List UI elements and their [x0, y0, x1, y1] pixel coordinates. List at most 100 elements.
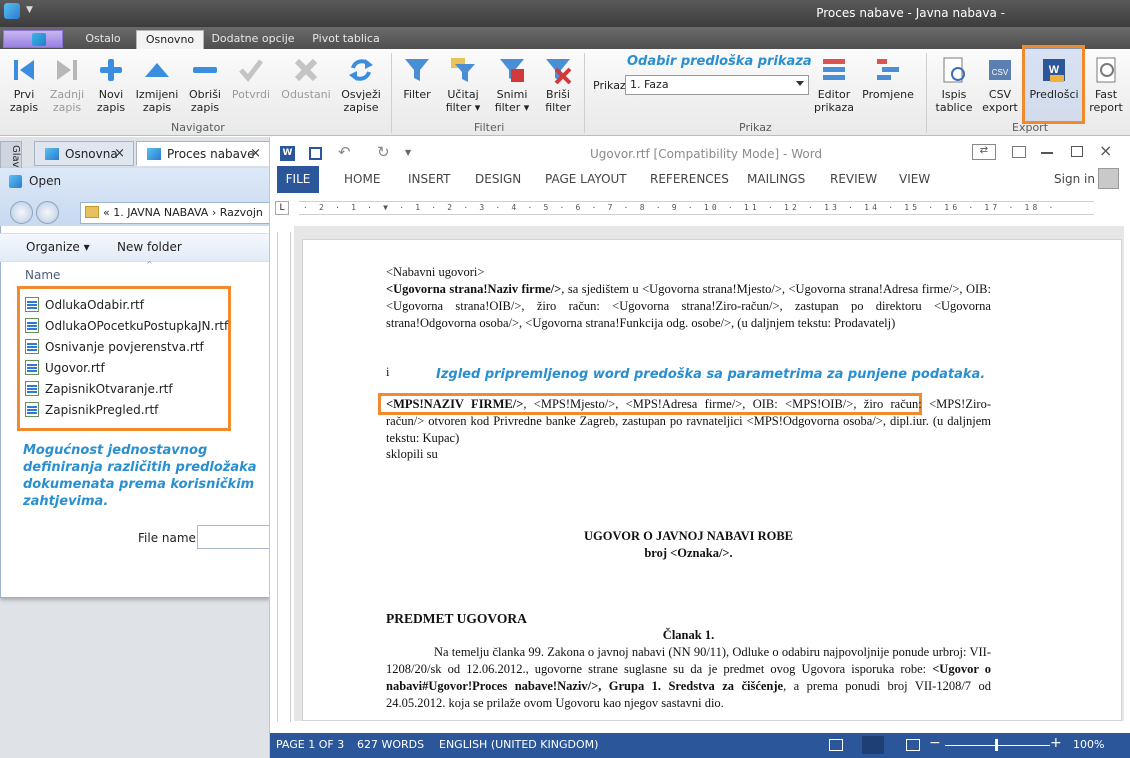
ribbon-tab-dodatne-opcije[interactable]: Dodatne opcije — [210, 30, 296, 49]
new-folder-button[interactable]: New folder — [117, 240, 182, 254]
doc-tab-osnovna-label: Osnovna — [65, 147, 118, 161]
ribbon-separator — [391, 53, 392, 133]
status-page[interactable]: PAGE 1 OF 3 — [276, 738, 344, 751]
word-tab-mailings[interactable]: MAILINGS — [747, 172, 805, 186]
avatar[interactable] — [1098, 168, 1119, 189]
prikaz-selected-value: 1. Faza — [630, 78, 669, 91]
ruler-scale: · 2 · 1 · ▼ · 1 · 2 · 3 · 4 · 5 · 6 · 7 … — [303, 203, 1057, 212]
ribbon-display-icon[interactable] — [1012, 146, 1026, 158]
quick-access-dropdown-icon[interactable]: ▼ — [26, 5, 33, 15]
cancel-x-icon — [291, 55, 321, 85]
obrisi-zapis-button[interactable]: Obriši zapis — [185, 55, 225, 114]
redo-icon[interactable]: ↻ — [377, 143, 390, 161]
word-tab-view[interactable]: VIEW — [899, 172, 930, 186]
back-icon[interactable] — [10, 201, 33, 224]
close-icon[interactable]: × — [114, 142, 125, 166]
word-tab-file[interactable]: FILE — [277, 166, 319, 193]
novi-zapis-button[interactable]: Novi zapis — [91, 55, 131, 114]
promjene-button[interactable]: Promjene — [862, 55, 914, 101]
back-forward-buttons[interactable] — [10, 201, 66, 225]
prvi-zapis-button[interactable]: Prvi zapis — [4, 55, 44, 114]
word-tab-review[interactable]: REVIEW — [830, 172, 877, 186]
save-icon[interactable] — [309, 147, 322, 160]
brisi-filter-button[interactable]: Briši filter — [540, 55, 576, 114]
close-icon[interactable]: × — [250, 142, 261, 166]
column-header-name[interactable]: Name — [25, 268, 60, 282]
delete-filter-icon — [543, 55, 573, 85]
fast-report-label: Fast report — [1089, 88, 1123, 114]
read-mode-icon[interactable] — [829, 739, 843, 751]
side-tab-glavna[interactable]: Glav — [0, 141, 22, 171]
close-icon[interactable]: × — [1099, 141, 1112, 160]
rtf-file-icon — [25, 381, 39, 396]
odustani-label: Odustani — [281, 88, 331, 101]
ribbon-tab-ostalo[interactable]: Ostalo — [80, 30, 126, 49]
filter-button[interactable]: Filter — [399, 55, 435, 101]
predlosci-button[interactable]: W Predlošci — [1029, 55, 1079, 101]
sign-in-link[interactable]: Sign in — [1054, 172, 1095, 186]
first-record-icon — [9, 55, 39, 85]
zoom-level[interactable]: 100% — [1073, 738, 1104, 751]
odustani-button[interactable]: Odustani — [281, 55, 331, 101]
ribbon-tab-osnovno[interactable]: Osnovno — [136, 30, 204, 49]
file-item[interactable]: OdlukaOPocetkuPostupkaJN.rtf — [25, 315, 228, 336]
word-tab-references[interactable]: REFERENCES — [650, 172, 729, 186]
csv-export-button[interactable]: CSV CSV export — [980, 55, 1020, 114]
file-name: Osnivanje povjerenstva.rtf — [45, 339, 204, 354]
maximize-icon[interactable] — [1071, 146, 1083, 157]
editor-prikaza-button[interactable]: Editor prikaza — [812, 55, 856, 114]
prikaz-select[interactable]: 1. Faza — [625, 75, 809, 95]
potvrdi-button[interactable]: Potvrdi — [231, 55, 271, 101]
osvjezi-zapise-button[interactable]: Osvježi zapise — [339, 55, 383, 114]
ucitaj-filter-button[interactable]: Učitaj filter ▾ — [443, 55, 483, 114]
forward-icon[interactable] — [36, 201, 59, 224]
zoom-in-icon[interactable]: + — [1050, 735, 1062, 751]
file-item[interactable]: ZapisnikOtvaranje.rtf — [25, 378, 173, 399]
svg-text:W: W — [1049, 64, 1060, 76]
word-tab-design[interactable]: DESIGN — [475, 172, 521, 186]
restore-icon[interactable]: ⇄ — [972, 144, 996, 160]
novi-zapis-label: Novi zapis — [96, 88, 126, 114]
ribbon-separator — [584, 53, 585, 133]
file-name-label: File name: — [138, 531, 200, 545]
ribbon-tab-pivot-tablica[interactable]: Pivot tablica — [308, 30, 384, 49]
doc-tab-proces-nabave[interactable]: Proces nabave × — [136, 141, 270, 166]
ispis-tablice-button[interactable]: Ispis tablice — [934, 55, 974, 114]
undo-icon[interactable]: ↶ — [338, 143, 351, 161]
word-tab-page-layout[interactable]: PAGE LAYOUT — [545, 172, 627, 186]
horizontal-ruler[interactable]: · 2 · 1 · ▼ · 1 · 2 · 3 · 4 · 5 · 6 · 7 … — [299, 201, 1094, 215]
zoom-slider-thumb[interactable] — [995, 739, 998, 751]
customize-qat-icon[interactable]: ▼ — [405, 148, 411, 157]
snimi-filter-button[interactable]: Snimi filter ▾ — [492, 55, 532, 114]
sort-up-icon: ^ — [146, 260, 153, 269]
vertical-ruler[interactable] — [277, 232, 291, 722]
navigator-group-label: Navigator — [171, 121, 225, 134]
word-tab-insert[interactable]: INSERT — [408, 172, 451, 186]
ribbon-separator — [926, 53, 927, 133]
brisi-filter-label: Briši filter — [545, 88, 571, 114]
word-tab-home[interactable]: HOME — [344, 172, 380, 186]
doc-bold-naziv-firme: <Ugovorna strana!Naziv firme/> — [386, 282, 562, 296]
file-name-input[interactable] — [197, 525, 270, 549]
izmijeni-zapis-button[interactable]: Izmijeni zapis — [135, 55, 179, 114]
tab-selector-icon[interactable]: L — [275, 201, 289, 215]
status-words[interactable]: 627 WORDS — [357, 738, 424, 751]
print-layout-icon[interactable] — [862, 736, 884, 754]
status-language[interactable]: ENGLISH (UNITED KINGDOM) — [439, 738, 598, 751]
organize-button[interactable]: Organize ▾ — [26, 240, 90, 254]
zoom-out-icon[interactable]: − — [929, 735, 941, 751]
filteri-group-label: Filteri — [474, 121, 505, 134]
doc-heading-ugovor: UGOVOR O JAVNOJ NABAVI ROBE — [583, 529, 794, 543]
file-item[interactable]: Ugovor.rtf — [25, 357, 105, 378]
file-item[interactable]: ZapisnikPregled.rtf — [25, 399, 158, 420]
doc-tab-osnovna[interactable]: Osnovna × — [34, 141, 134, 166]
minimize-icon[interactable] — [1041, 152, 1053, 154]
file-item[interactable]: Osnivanje povjerenstva.rtf — [25, 336, 204, 357]
zadnji-zapis-button[interactable]: Zadnji zapis — [47, 55, 87, 114]
edit-triangle-icon — [142, 55, 172, 85]
app-menu-button[interactable] — [3, 30, 63, 48]
file-item[interactable]: OdlukaOdabir.rtf — [25, 294, 144, 315]
path-breadcrumb[interactable]: « 1. JAVNA NABAVA › Razvojn — [80, 202, 270, 224]
fast-report-button[interactable]: Fast report — [1088, 55, 1124, 114]
web-layout-icon[interactable] — [906, 739, 920, 751]
